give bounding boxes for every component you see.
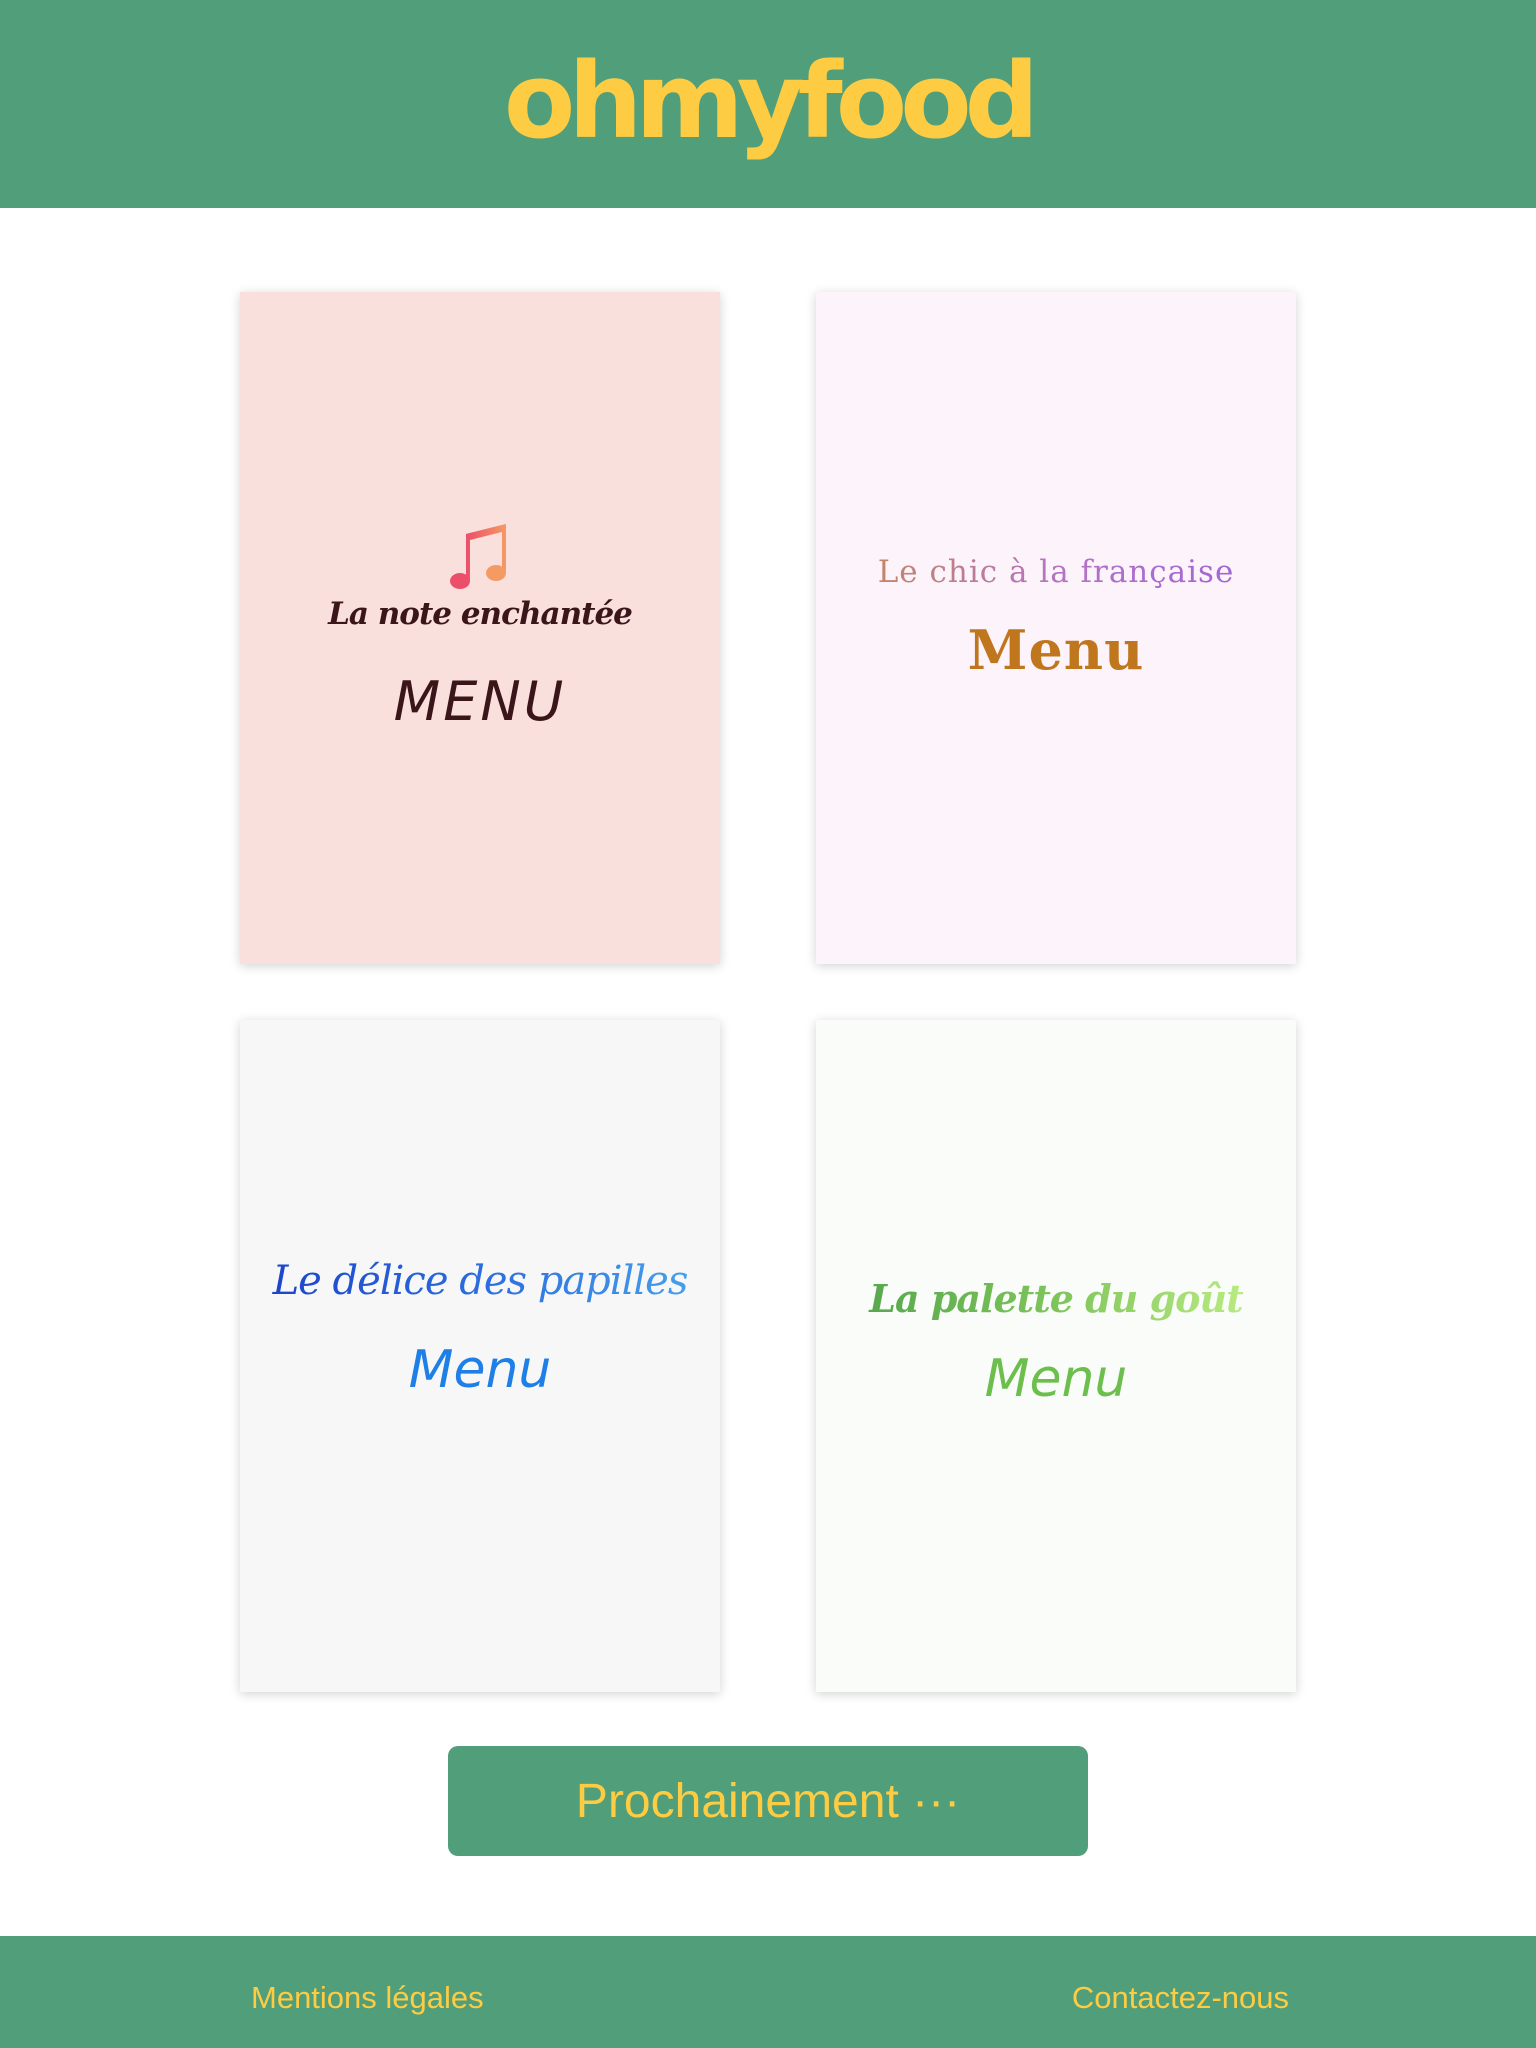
restaurant-card-la-palette-du-gout[interactable]: La palette du goût Menu [816,1020,1296,1692]
header: ohmyfood [0,0,1536,208]
restaurant-name: La palette du goût [816,1276,1296,1321]
contact-link[interactable]: Contactez-nous [1072,1980,1289,2016]
card-content: Le chic à la française Menu [816,554,1296,682]
restaurant-card-la-note-enchantee[interactable]: La note enchantée MENU [240,292,720,964]
menu-label: Menu [408,1340,552,1400]
menu-label: Menu [984,1349,1128,1409]
menu-label: MENU [393,670,567,733]
card-content: La note enchantée MENU [240,520,720,733]
legal-notice-link[interactable]: Mentions légales [251,1980,484,2016]
card-content: Le délice des papilles Menu [240,1258,720,1400]
restaurant-card-le-chic-a-la-francaise[interactable]: Le chic à la française Menu [816,292,1296,964]
coming-soon-button[interactable]: Prochainement ··· [448,1746,1088,1856]
restaurant-name: Le chic à la française [816,554,1296,590]
music-note-icon [450,524,506,589]
restaurant-name: Le délice des papilles [240,1258,720,1304]
card-content: La palette du goût Menu [816,1276,1296,1409]
restaurant-card-le-delice-des-papilles[interactable]: Le délice des papilles Menu [240,1020,720,1692]
logo[interactable]: ohmyfood [504,49,1039,153]
restaurant-name: La note enchantée [328,596,633,632]
menu-label: Menu [967,618,1145,682]
footer: Mentions légales Contactez-nous [0,1936,1536,2048]
